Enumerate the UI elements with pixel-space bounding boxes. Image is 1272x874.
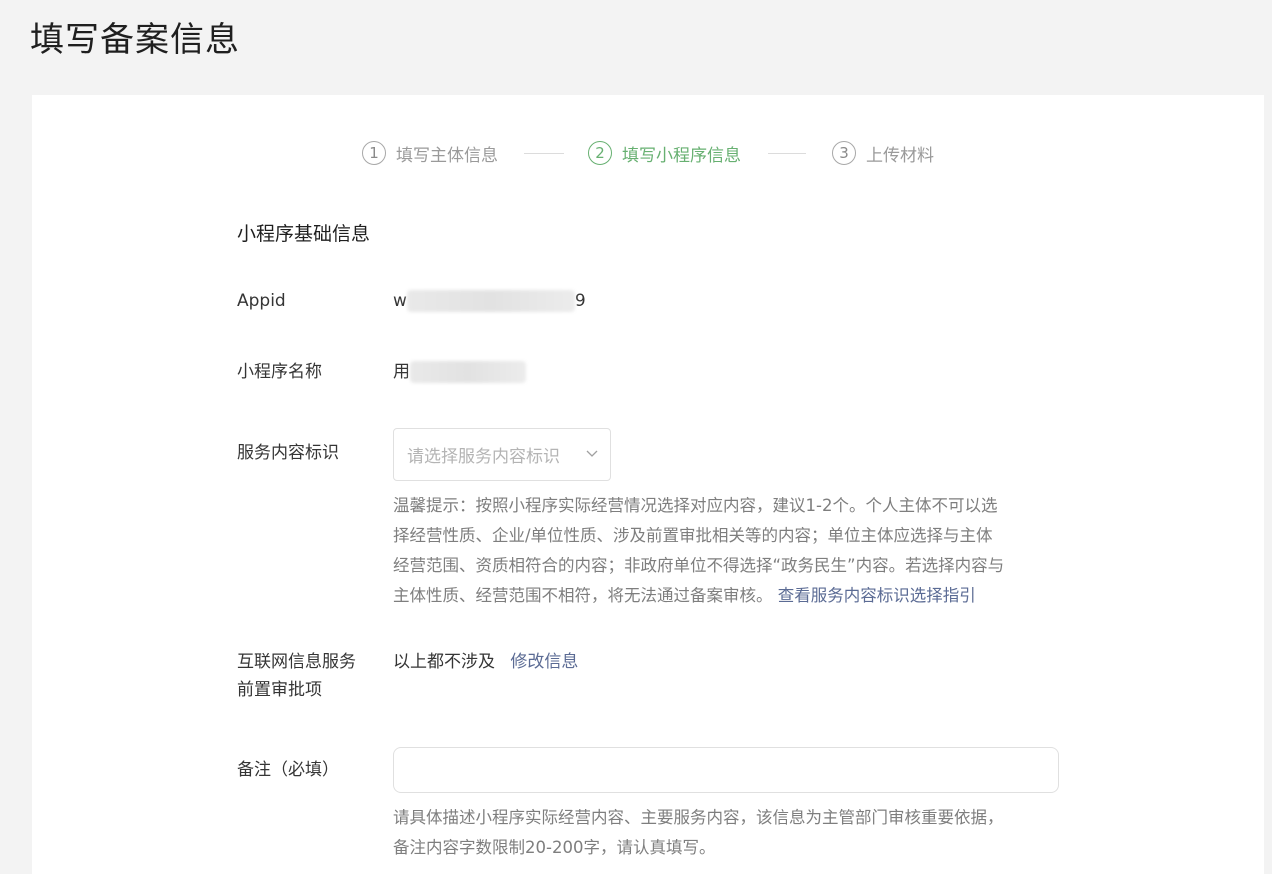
step-2-label: 填写小程序信息: [622, 145, 741, 166]
step-divider: [768, 153, 806, 154]
remark-hint: 请具体描述小程序实际经营内容、主要服务内容，该信息为主管部门审核重要依据， 备注…: [393, 803, 1063, 863]
edit-info-link[interactable]: 修改信息: [510, 652, 578, 672]
step-3-label: 上传材料: [866, 145, 934, 166]
pre-approval-label-line1: 互联网信息服务: [237, 652, 356, 672]
appid-value: w9: [393, 288, 586, 314]
hint-line: 经营范围、资质相符合的内容；非政府单位不得选择“政务民生”内容。若选择内容与: [393, 556, 1005, 575]
app-name-label: 小程序名称: [237, 362, 322, 382]
step-divider: [524, 153, 564, 154]
step-1: 1 填写主体信息: [362, 139, 498, 167]
step-indicator: 1 填写主体信息 2 填写小程序信息 3 上传材料: [32, 139, 1264, 167]
remark-input[interactable]: [393, 747, 1059, 793]
app-name-value-start: 用: [393, 362, 410, 382]
form-card: 1 填写主体信息 2 填写小程序信息 3 上传材料 小程序基础信息 Appid …: [32, 95, 1264, 874]
step-1-label: 填写主体信息: [396, 145, 498, 166]
service-tag-label: 服务内容标识: [237, 443, 339, 463]
step-3: 3 上传材料: [832, 139, 934, 167]
step-2: 2 填写小程序信息: [588, 139, 741, 167]
pre-approval-label: 互联网信息服务 前置审批项: [237, 649, 356, 703]
hint-line: 请具体描述小程序实际经营内容、主要服务内容，该信息为主管部门审核重要依据，: [393, 808, 1004, 827]
hint-line: 择经营性质、企业/单位性质、涉及前置审批相关等的内容；单位主体应选择与主体: [393, 526, 993, 545]
pre-approval-label-line2: 前置审批项: [237, 680, 322, 700]
hint-line: 主体性质、经营范围不相符，将无法通过备案审核。 查看服务内容标识选择指引: [393, 581, 1063, 611]
redacted-mask: [406, 290, 575, 312]
service-tag-guide-link[interactable]: 查看服务内容标识选择指引: [778, 586, 976, 605]
section-title: 小程序基础信息: [237, 223, 371, 245]
remark-label: 备注（必填）: [237, 760, 339, 780]
service-tag-select[interactable]: 请选择服务内容标识: [393, 428, 611, 481]
redacted-mask: [410, 361, 526, 383]
step-3-number: 3: [832, 141, 856, 165]
step-2-number: 2: [588, 141, 612, 165]
chevron-down-icon: [586, 450, 598, 457]
pre-approval-value-text: 以上都不涉及: [393, 652, 495, 672]
appid-value-end: 9: [574, 291, 586, 311]
hint-line-text: 主体性质、经营范围不相符，将无法通过备案审核。: [393, 586, 773, 605]
appid-label: Appid: [237, 291, 286, 311]
service-tag-hint: 温馨提示：按照小程序实际经营情况选择对应内容，建议1-2个。个人主体不可以选 择…: [393, 491, 1063, 611]
pre-approval-value: 以上都不涉及 修改信息: [393, 649, 578, 675]
appid-value-start: w: [393, 291, 407, 311]
app-name-value: 用: [393, 359, 526, 385]
page-title: 填写备案信息: [30, 20, 240, 60]
step-1-number: 1: [362, 141, 386, 165]
hint-line: 温馨提示：按照小程序实际经营情况选择对应内容，建议1-2个。个人主体不可以选: [393, 496, 998, 515]
hint-line: 备注内容字数限制20-200字，请认真填写。: [393, 838, 716, 857]
service-tag-placeholder: 请选择服务内容标识: [407, 447, 560, 467]
